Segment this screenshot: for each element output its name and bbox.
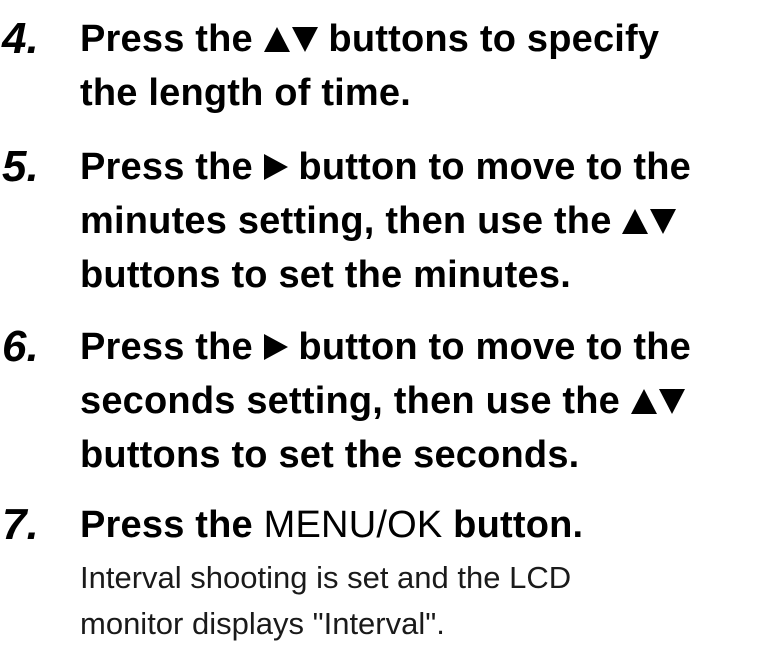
step-line-text: the length of time.: [80, 72, 412, 114]
step-line: minutes setting, then use the: [80, 194, 770, 248]
step-line: Press the button to move to the: [80, 140, 770, 194]
step-text: Press the MENU/OK button.: [80, 498, 770, 552]
up-triangle-icon: [263, 27, 290, 52]
step-line: Press the button to move to the: [80, 320, 770, 374]
note-line: monitor displays "Interval".: [80, 606, 445, 641]
step-line: buttons to set the seconds.: [80, 428, 770, 482]
step-line: the length of time.: [80, 66, 770, 120]
step-line-text: button.: [442, 504, 584, 546]
step-line-text: minutes setting, then use the: [80, 200, 623, 242]
step-text: Press the button to move to the seconds …: [80, 320, 770, 482]
step-text: Press the button to move to the minutes …: [80, 140, 770, 302]
step-7-note: Interval shooting is set and the LCD mon…: [80, 555, 770, 647]
step-number: 7.: [2, 500, 39, 549]
step-line-text: seconds setting, then use the: [80, 380, 631, 422]
menu-ok-button-label: MENU/OK: [263, 504, 443, 546]
right-triangle-icon: [263, 334, 288, 360]
note-line: Interval shooting is set and the LCD: [80, 560, 572, 595]
step-line-text: button to move to the: [287, 326, 692, 368]
down-triangle-icon: [658, 389, 685, 414]
step-number: 6.: [2, 322, 39, 371]
step-number: 5.: [2, 142, 39, 191]
up-triangle-icon: [622, 209, 649, 234]
down-triangle-icon: [291, 27, 318, 52]
step-line-text: Press the: [80, 504, 264, 546]
step-line: seconds setting, then use the: [80, 374, 770, 428]
down-triangle-icon: [650, 209, 677, 234]
up-triangle-icon: [630, 389, 657, 414]
step-line: Press the buttons to specify: [80, 12, 770, 66]
instruction-page: 4. Press the buttons to specify the leng…: [0, 0, 770, 645]
step-line-text: Press the: [80, 18, 264, 60]
step-line-text: Press the: [80, 146, 264, 188]
step-number: 4.: [2, 14, 39, 63]
step-line-text: buttons to specify: [317, 18, 660, 60]
step-text: Press the buttons to specify the length …: [80, 12, 770, 120]
step-line-text: buttons to set the minutes.: [80, 254, 571, 296]
step-line-text: Press the: [80, 326, 264, 368]
step-line: buttons to set the minutes.: [80, 248, 770, 302]
step-line-text: buttons to set the seconds.: [80, 434, 580, 476]
right-triangle-icon: [263, 154, 288, 180]
step-line: Press the MENU/OK button.: [80, 498, 770, 552]
step-line-text: button to move to the: [287, 146, 692, 188]
